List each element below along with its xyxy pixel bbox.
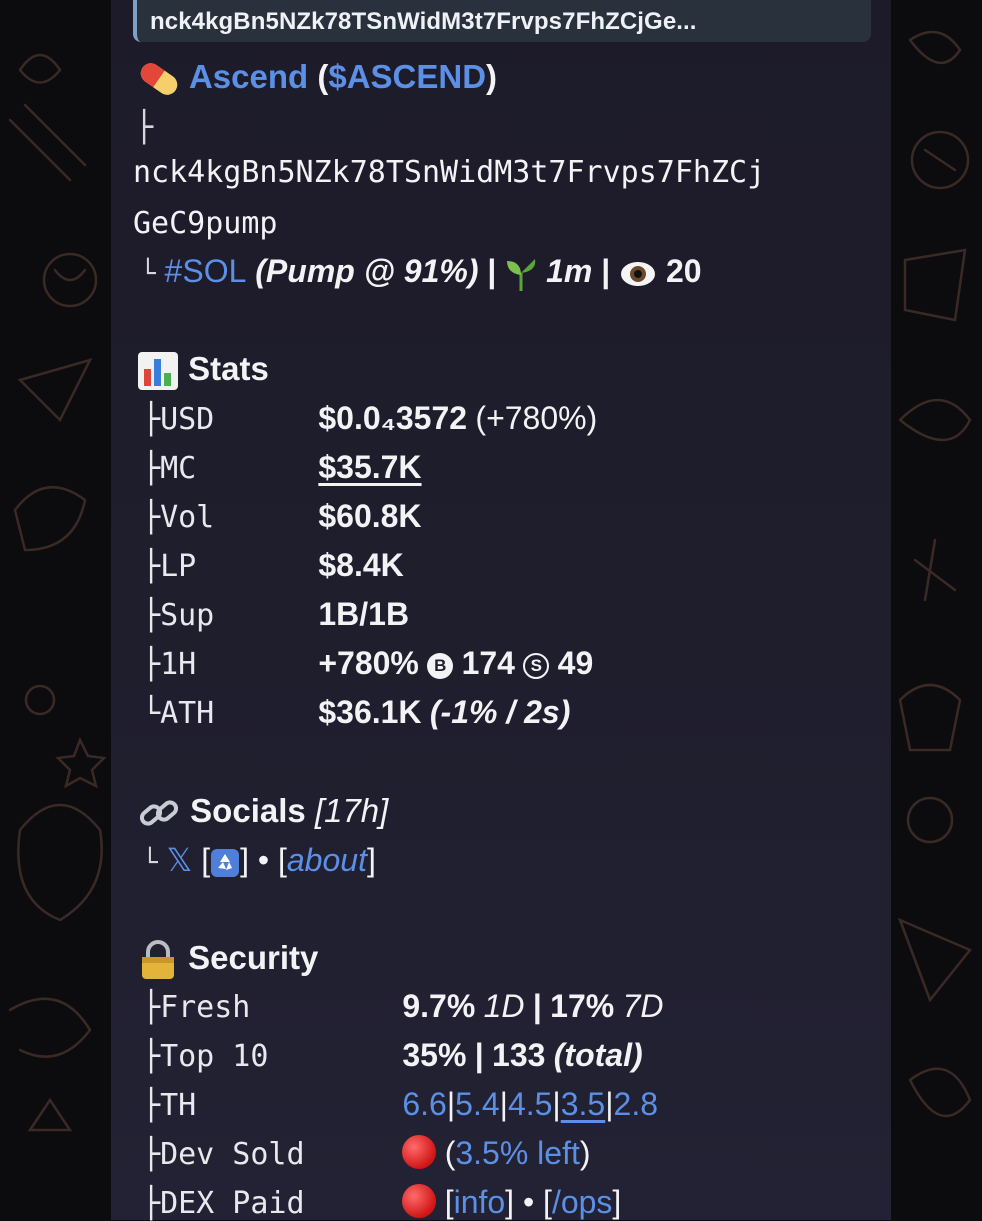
lp-value: $8.4K <box>318 547 404 583</box>
dex-ops-link[interactable]: /ops <box>552 1184 612 1220</box>
security-row-top10: ├Top 10 35% | 133 (total) <box>142 1037 643 1074</box>
security-row-fresh: ├Fresh 9.7% 1D | 17% 7D <box>142 988 664 1025</box>
stats-row-mc: ├MC $35.7K <box>142 449 422 486</box>
sells-icon: S <box>523 653 550 679</box>
market-cap-link[interactable]: $35.7K <box>318 449 421 485</box>
chain-tag-link[interactable]: #SOL <box>165 253 247 289</box>
red-circle-icon <box>402 1135 437 1169</box>
seedling-icon <box>507 258 536 291</box>
token-ticker-link[interactable]: $ASCEND <box>328 58 486 95</box>
age-text: 1m <box>546 253 593 289</box>
dev-left-link[interactable]: 3.5% left <box>455 1135 580 1171</box>
contract-address-line1[interactable]: nck4kgBn5NZk78TSnWidM3t7Frvps7FhZCj <box>133 155 765 190</box>
ath-change: (-1% / 2s) <box>429 694 571 730</box>
stats-row-usd: ├USD $0.0₄3572 (+780%) <box>142 400 598 437</box>
security-row-th: ├TH 6.6|5.4|4.5|3.5|2.8 <box>142 1086 659 1123</box>
security-row-dex-paid: ├DEX Paid [info] • [/ops] <box>142 1184 622 1221</box>
reply-preview-text: nck4kgBn5NZk78TSnWidM3t7Frvps7FhZCjGe... <box>150 8 697 35</box>
x-twitter-link[interactable]: 𝕏 <box>167 842 193 878</box>
ath-value: $36.1K <box>318 694 422 730</box>
stats-heading: Stats <box>137 350 269 391</box>
token-name-link[interactable]: Ascend <box>189 58 308 95</box>
stats-row-ath: └ATH $36.1K (-1% / 2s) <box>142 694 571 731</box>
supply-value: 1B/1B <box>318 596 410 632</box>
token-title: Ascend ($ASCEND) <box>137 58 497 99</box>
buys-count: 174 <box>461 645 515 681</box>
stats-row-lp: ├LP $8.4K <box>142 547 404 584</box>
holder-link-4[interactable]: 3.5 <box>561 1086 605 1122</box>
recycle-icon[interactable] <box>210 848 240 878</box>
volume-value: $60.8K <box>318 498 422 534</box>
sells-count: 49 <box>557 645 594 681</box>
eye-icon <box>621 261 656 286</box>
stats-row-vol: ├Vol $60.8K <box>142 498 422 535</box>
buys-icon: B <box>427 653 454 679</box>
usd-price: $0.0₄3572 <box>318 400 468 436</box>
lock-icon <box>142 940 174 980</box>
pump-text: (Pump @ 91%) <box>255 253 479 289</box>
chain-meta-line: └ #SOL (Pump @ 91%) | 1m | 20 <box>140 253 702 291</box>
holder-link-3[interactable]: 4.5 <box>508 1086 552 1122</box>
security-heading: Security <box>137 939 318 981</box>
holder-link-5[interactable]: 2.8 <box>614 1086 658 1122</box>
tree-branch: ├ <box>135 110 154 145</box>
1h-change: +780% <box>318 645 419 681</box>
bar-chart-icon <box>138 352 178 391</box>
tree-end: └ <box>140 259 156 289</box>
security-row-dev-sold: ├Dev Sold (3.5% left) <box>142 1135 591 1172</box>
pill-icon <box>140 63 178 96</box>
holder-link-1[interactable]: 6.6 <box>402 1086 446 1122</box>
socials-heading: Socials [17h] <box>137 792 388 833</box>
contract-address-line2[interactable]: GeC9pump <box>133 206 278 241</box>
views-count: 20 <box>666 253 702 289</box>
socials-links: └ 𝕏 [ ] • [about] <box>142 842 376 878</box>
holder-link-2[interactable]: 5.4 <box>455 1086 499 1122</box>
about-link[interactable]: about <box>287 842 367 878</box>
link-icon <box>139 800 179 826</box>
stats-row-1h: ├1H +780% B 174 S 49 <box>142 645 594 682</box>
red-circle-icon <box>402 1184 437 1218</box>
dex-info-link[interactable]: info <box>454 1184 506 1220</box>
stats-row-sup: ├Sup 1B/1B <box>142 596 410 633</box>
usd-change: (+780%) <box>475 400 598 436</box>
